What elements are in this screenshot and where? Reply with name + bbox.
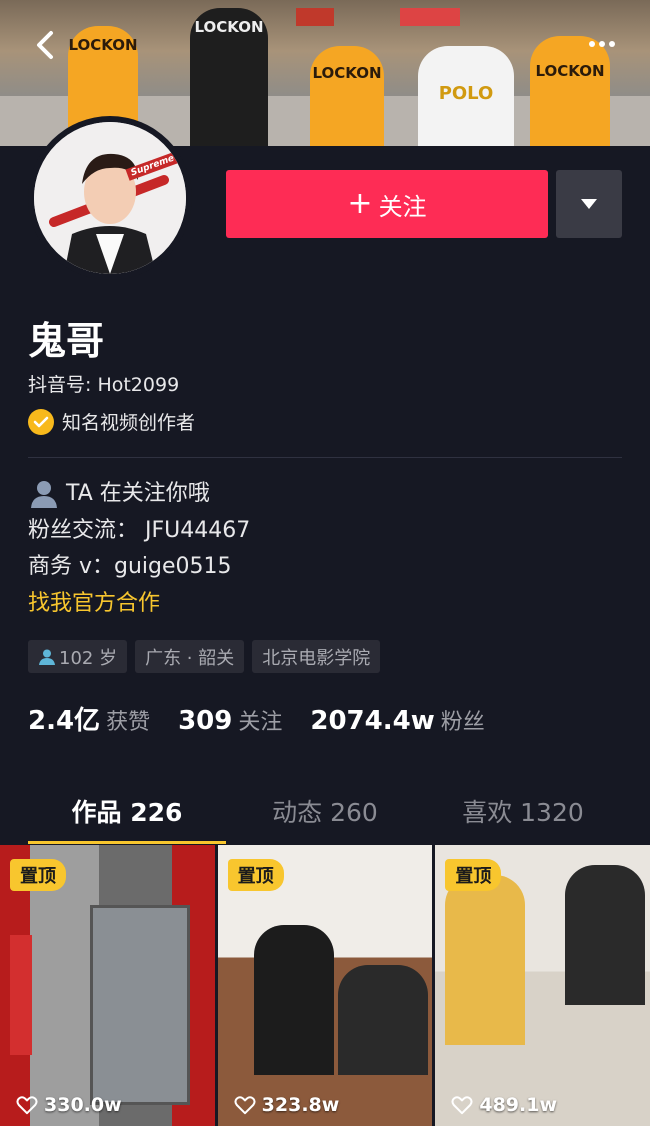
caret-down-icon (581, 199, 597, 209)
stat-following-num: 309 (178, 706, 233, 736)
video-thumbnail[interactable]: 置顶 330.0w (0, 845, 215, 1126)
tag-location: 广东 · 韶关 (135, 640, 245, 673)
thumb-door-decor (90, 905, 190, 1105)
more-dot-icon (609, 41, 615, 47)
tab-works[interactable]: 作品 226 (28, 780, 226, 844)
plus-icon: + (347, 186, 373, 221)
content-tabs: 作品 226 动态 260 喜欢 1320 (28, 780, 622, 844)
recommend-dropdown-button[interactable] (556, 170, 622, 238)
bio: TA 在关注你哦 粉丝交流： JFU44467 商务 v：guige0515 找… (28, 476, 250, 622)
cover-sign (296, 8, 334, 26)
verified-badge: 知名视频创作者 (28, 408, 195, 435)
cover-shirt-text: LOCKON (535, 62, 605, 80)
thumb-person-decor (253, 925, 334, 1075)
stat-following[interactable]: 309 关注 (178, 704, 282, 736)
pinned-badge: 置顶 (227, 859, 284, 891)
thumb-person-decor (565, 865, 646, 1005)
person-icon (31, 481, 57, 509)
profile-name: 鬼哥 (28, 319, 105, 363)
thumb-person-decor (445, 875, 526, 1045)
video-thumbnail[interactable]: 置顶 323.8w (217, 845, 433, 1126)
stat-fans-num: 2074.4w (310, 706, 435, 736)
tab-moments[interactable]: 动态 260 (226, 780, 424, 842)
thumb-person-decor (337, 965, 428, 1075)
avatar-image: Supreme (34, 122, 186, 274)
pinned-badge: 置顶 (10, 859, 66, 891)
more-options-button[interactable] (584, 30, 620, 58)
heart-icon (234, 1096, 256, 1115)
video-likes-text: 330.0w (44, 1094, 122, 1116)
divider (28, 457, 622, 458)
stat-likes-label: 获赞 (106, 710, 151, 735)
profile-tags: 102 岁 广东 · 韶关 北京电影学院 (28, 640, 381, 673)
stat-following-label: 关注 (238, 710, 283, 735)
cooperate-link[interactable]: 找我官方合作 (28, 586, 250, 623)
avatar[interactable]: Supreme (28, 116, 192, 280)
more-dot-icon (599, 41, 605, 47)
video-likes: 330.0w (16, 1094, 122, 1116)
tag-school: 北京电影学院 (252, 640, 381, 673)
follow-label: 关注 (378, 192, 427, 221)
video-likes-text: 489.1w (479, 1094, 557, 1116)
pinned-badge: 置顶 (445, 859, 502, 891)
cover-sign (400, 8, 460, 26)
heart-icon (16, 1096, 38, 1115)
back-button[interactable] (28, 28, 62, 62)
tag-location-text: 广东 · 韶关 (145, 647, 235, 669)
follow-button[interactable]: + 关注 (226, 170, 548, 238)
verified-label: 知名视频创作者 (62, 412, 196, 434)
video-likes: 489.1w (451, 1094, 557, 1116)
person-icon (39, 649, 55, 665)
chevron-left-icon (37, 31, 53, 59)
cover-shirt-text: LOCKON (312, 64, 382, 82)
tag-age-text: 102 岁 (59, 647, 118, 669)
cover-shirt-text: LOCKON (68, 36, 138, 54)
verified-check-icon (28, 408, 54, 435)
video-thumbnail[interactable]: 置顶 489.1w (435, 845, 650, 1126)
video-grid: 置顶 330.0w 置顶 323.8w 置顶 489.1w (0, 845, 650, 1126)
follows-you-text: TA 在关注你哦 (66, 481, 210, 506)
follows-you-line: TA 在关注你哦 (28, 476, 250, 513)
cover-shirt-text: LOCKON (194, 18, 264, 36)
business-line: 商务 v：guige0515 (28, 554, 232, 579)
thumb-scroll-decor (10, 935, 32, 1055)
douyin-id: 抖音号: Hot2099 (28, 374, 180, 396)
stat-fans[interactable]: 2074.4w 粉丝 (310, 704, 484, 736)
video-likes: 323.8w (234, 1094, 340, 1116)
stat-likes: 2.4亿 获赞 (28, 700, 150, 737)
stat-likes-num: 2.4亿 (28, 706, 101, 736)
more-dot-icon (589, 41, 595, 47)
tag-school-text: 北京电影学院 (262, 647, 371, 669)
fans-line: 粉丝交流： JFU44467 (28, 517, 251, 543)
tab-liked[interactable]: 喜欢 1320 (424, 780, 622, 842)
profile-stats: 2.4亿 获赞 309 关注 2074.4w 粉丝 (28, 700, 485, 737)
video-likes-text: 323.8w (261, 1094, 340, 1116)
heart-icon (451, 1096, 473, 1115)
tag-age: 102 岁 (28, 640, 128, 673)
avatar-portrait (34, 122, 186, 274)
stat-fans-label: 粉丝 (440, 710, 485, 735)
cover-shirt-text: POLO (438, 82, 494, 104)
